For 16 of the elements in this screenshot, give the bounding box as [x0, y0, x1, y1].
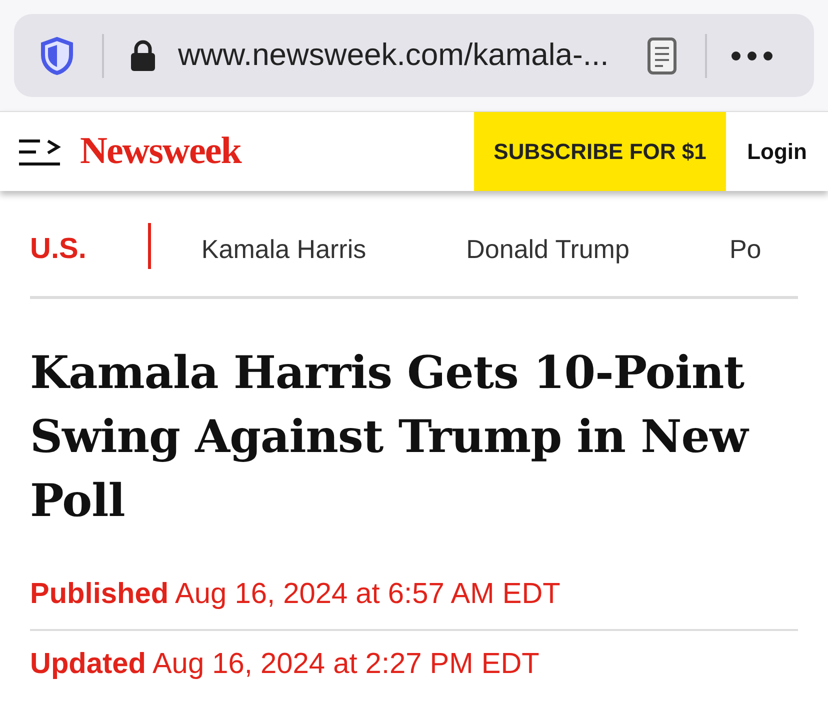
- login-button[interactable]: Login: [726, 112, 828, 191]
- section-link[interactable]: U.S.: [30, 228, 86, 272]
- topic-link[interactable]: Kamala Harris: [201, 230, 366, 269]
- menu-icon[interactable]: [18, 138, 62, 166]
- shield-icon[interactable]: [40, 36, 74, 74]
- subscribe-button[interactable]: SUBSCRIBE FOR $1: [474, 112, 726, 191]
- date-line: Published Aug 16, 2024 at 6:57 AM EDT: [30, 561, 798, 630]
- site-logo[interactable]: Newsweek: [80, 123, 241, 180]
- lock-icon: [130, 40, 156, 72]
- more-icon[interactable]: [730, 50, 773, 60]
- address-bar[interactable]: www.newsweek.com/kamala-...: [14, 14, 814, 97]
- topic-link[interactable]: Po: [729, 230, 762, 269]
- article-headline: Kamala Harris Gets 10-Point Swing Against Trump in New Poll: [30, 345, 750, 529]
- date-line: Updated Aug 16, 2024 at 2:27 PM EDT: [30, 646, 540, 682]
- reader-icon[interactable]: [646, 36, 677, 74]
- topic-link[interactable]: Donald Trump: [466, 230, 630, 269]
